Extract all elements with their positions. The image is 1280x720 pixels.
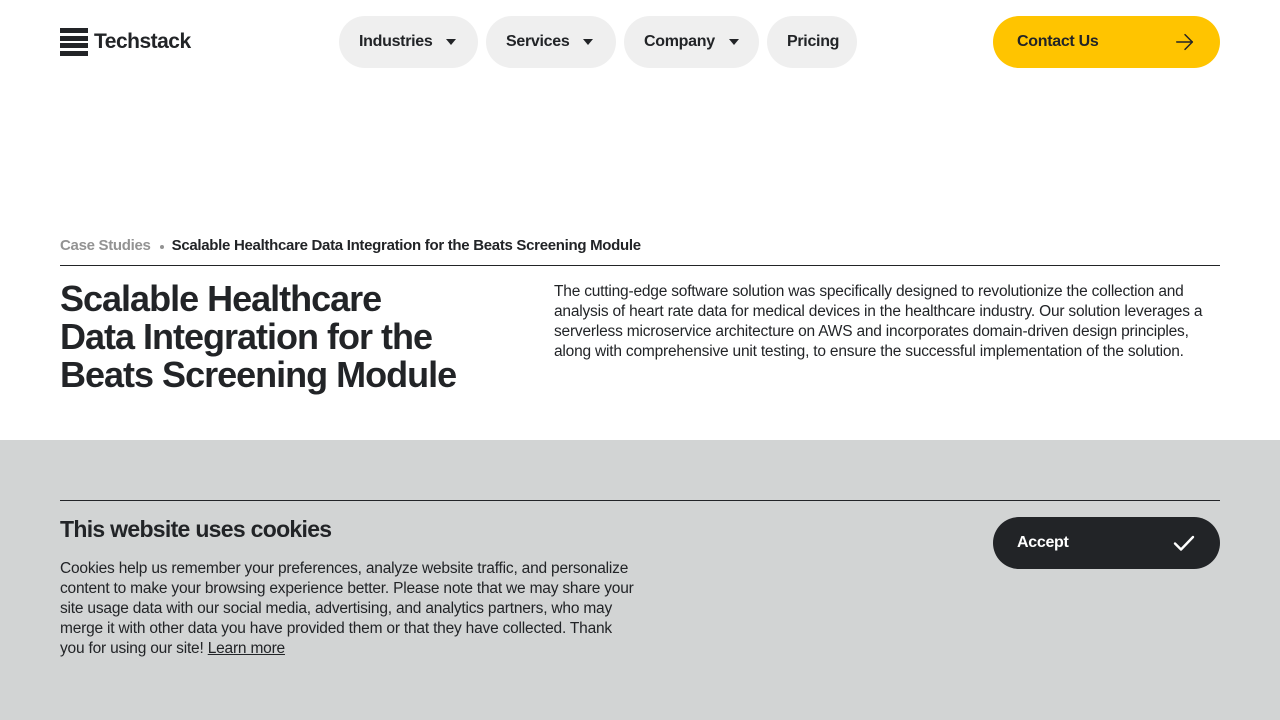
page-title: Scalable Healthcare Data Integration for… (60, 278, 457, 395)
accept-cookies-button[interactable]: Accept (993, 517, 1220, 569)
techstack-logo[interactable]: Techstack (60, 27, 191, 57)
cookie-divider (60, 500, 1220, 501)
caret-down-icon (446, 39, 457, 45)
arrow-right-icon (1176, 33, 1194, 51)
logo-text: Techstack (94, 30, 191, 53)
cookie-title: This website uses cookies (60, 516, 332, 542)
caret-down-icon (728, 39, 739, 45)
breadcrumb-case-studies-link[interactable]: Case Studies (60, 237, 151, 254)
breadcrumb: Case Studies Scalable Healthcare Data In… (60, 237, 1220, 266)
cookie-body: Cookies help us remember your preference… (60, 560, 634, 657)
nav-item-label: Industries (359, 33, 433, 50)
nav-item-pricing[interactable]: Pricing (767, 16, 857, 68)
nav-item-label: Services (506, 33, 570, 50)
cookie-banner: This website uses cookies Cookies help u… (0, 440, 1280, 720)
nav-item-services[interactable]: Services (486, 16, 616, 68)
nav-item-label: Pricing (787, 33, 840, 50)
caret-down-icon (583, 39, 594, 45)
nav-item-label: Company (644, 33, 715, 50)
contact-us-button[interactable]: Contact Us (993, 16, 1220, 68)
checkmark-icon (1173, 535, 1195, 551)
nav-item-company[interactable]: Company (624, 16, 759, 68)
logo-mark-icon (60, 28, 88, 56)
site-header: Techstack Industries Services Company Pr… (0, 0, 1280, 84)
contact-us-label: Contact Us (1017, 33, 1099, 50)
main-nav: Industries Services Company Pricing (339, 16, 857, 68)
nav-item-industries[interactable]: Industries (339, 16, 478, 68)
article-intro: The cutting-edge software solution was s… (554, 283, 1203, 360)
breadcrumb-current: Scalable Healthcare Data Integration for… (171, 237, 642, 254)
accept-label: Accept (1017, 534, 1069, 551)
cookie-text: Cookies help us remember your preference… (60, 559, 640, 659)
breadcrumb-separator (159, 245, 164, 249)
learn-more-link[interactable]: Learn more (208, 640, 285, 657)
